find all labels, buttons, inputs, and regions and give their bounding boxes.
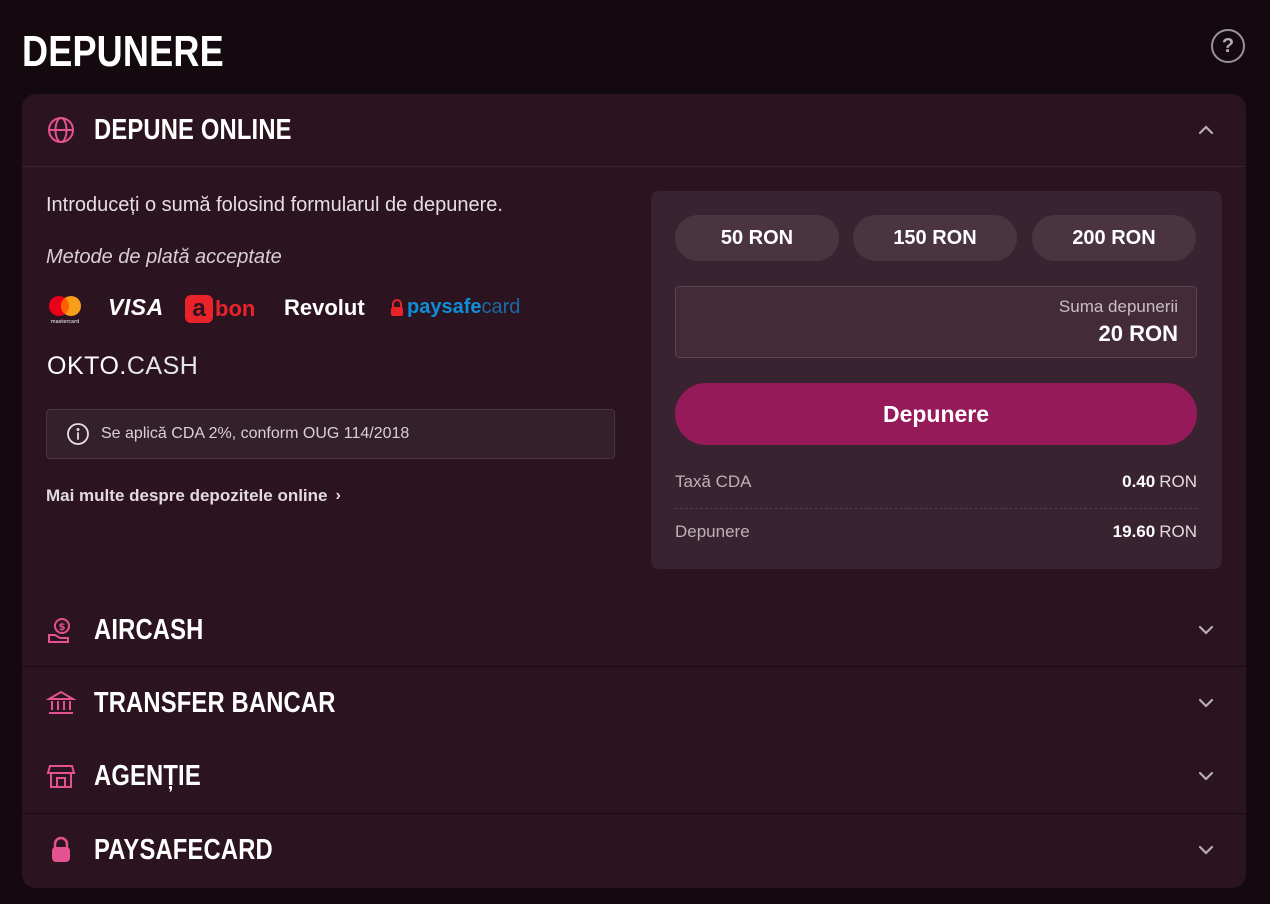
section-header-paysafecard[interactable]: PAYSAFECARD [22,814,1246,886]
mastercard-logo: mastercard [46,294,84,324]
section-header-agentie[interactable]: AGENȚIE [22,740,1246,812]
deposit-submit-button[interactable]: Depunere [675,383,1197,445]
preset-200-button[interactable]: 200 RON [1032,215,1196,261]
chevron-right-icon: › [335,487,341,504]
lock-icon [46,835,76,865]
visa-logo: VISA [108,294,164,320]
summary-amount: 19.60 [1112,522,1156,541]
okto-text: OKTO. [47,352,127,380]
abon-a: a [185,295,213,323]
amount-value: 20 RON [1098,321,1178,346]
section-header-aircash[interactable]: $ AIRCASH [22,594,1246,666]
paysafecard-lock-icon [391,298,403,316]
cash-text: CASH [126,352,199,380]
intro-text: Introduceți o sumă folosind formularul d… [46,194,503,216]
svg-text:$: $ [59,622,66,633]
summary-row-cda: Taxă CDA 0.40 RON [675,472,1197,496]
chevron-down-icon[interactable] [1194,618,1218,642]
help-button[interactable]: ? [1211,29,1245,63]
more-about-deposits-link[interactable]: Mai multe despre depozitele online › [46,486,341,506]
chevron-down-icon[interactable] [1194,764,1218,788]
abon-bon: bon [215,296,256,321]
abon-logo: a bon [185,294,255,324]
section-title: AGENȚIE [94,760,201,792]
summary-currency: RON [1159,522,1197,541]
card-text: card [481,296,521,318]
store-icon [46,761,76,791]
chevron-up-icon[interactable] [1194,118,1218,142]
section-header-transfer-bancar[interactable]: TRANSFER BANCAR [22,667,1246,739]
summary-row-deposit: Depunere 19.60 RON [675,522,1197,546]
deposit-form-card: 50 RON 150 RON 200 RON Suma depunerii 20… [651,191,1222,569]
summary-label: Taxă CDA [675,472,752,491]
cda-notice: Se aplică CDA 2%, conform OUG 114/2018 [46,409,615,459]
summary-currency: RON [1159,472,1197,491]
deposit-amount-input[interactable]: Suma depunerii 20 RON [675,286,1197,358]
globe-icon [46,115,76,145]
bank-icon [46,688,76,718]
notice-text: Se aplică CDA 2%, conform OUG 114/2018 [101,425,410,442]
money-hand-icon: $ [46,615,76,645]
summary-amount: 0.40 [1122,472,1156,491]
amount-label: Suma depunerii [1058,297,1178,316]
question-circle-icon: ? [1221,34,1235,57]
section-title: DEPUNE ONLINE [94,114,292,146]
chevron-down-icon[interactable] [1194,838,1218,862]
paysafe-text: paysafe [407,296,482,318]
oktocash-logo: OKTO. CASH [47,352,198,381]
summary-divider [675,508,1197,509]
paysafecard-logo: paysafecard [390,296,520,319]
section-title: PAYSAFECARD [94,834,273,866]
section-header-depune-online[interactable]: DEPUNE ONLINE [22,94,1246,166]
preset-50-button[interactable]: 50 RON [675,215,839,261]
more-link-label: Mai multe despre depozitele online [46,486,328,505]
divider [22,166,1246,167]
chevron-down-icon[interactable] [1194,691,1218,715]
deposit-panel: DEPUNE ONLINE Introduceți o sumă folosin… [22,94,1246,888]
info-icon [67,423,89,445]
preset-150-button[interactable]: 150 RON [853,215,1017,261]
revolut-logo: Revolut [284,295,365,320]
mastercard-wordmark: mastercard [51,319,79,324]
section-title: AIRCASH [94,614,204,646]
summary-label: Depunere [675,522,750,541]
section-title: TRANSFER BANCAR [94,687,336,719]
page-title: DEPUNERE [22,27,224,76]
payment-methods-label: Metode de plată acceptate [46,246,282,268]
